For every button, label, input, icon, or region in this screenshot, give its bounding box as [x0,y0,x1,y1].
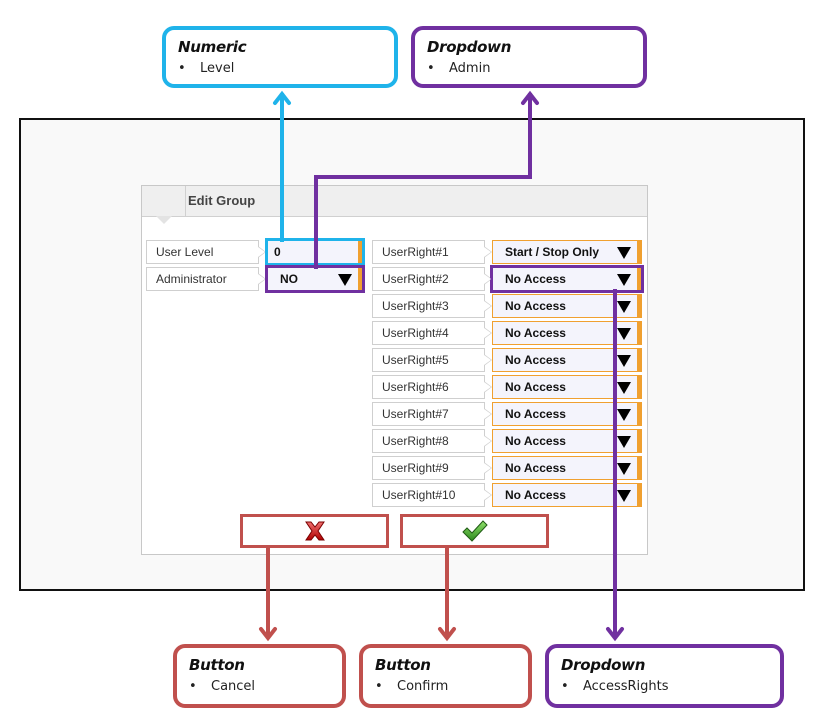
user-right-value: No Access [505,407,566,421]
user-right-value: No Access [505,488,566,502]
callout-title: Numeric [178,38,247,56]
administrator-value: NO [280,272,298,286]
user-right-value: No Access [505,299,566,313]
user-right-dropdown[interactable]: Start / Stop Only [492,240,642,264]
user-right-label: UserRight#5 [372,348,492,372]
user-right-value: Start / Stop Only [505,245,600,259]
user-right-label: UserRight#1 [372,240,492,264]
user-right-label: UserRight#9 [372,456,492,480]
callout-dropdown-access-rights: Dropdown • AccessRights [545,644,784,708]
user-right-value: No Access [505,380,566,394]
user-right-dropdown[interactable]: No Access [492,294,642,318]
chevron-down-icon [617,355,631,367]
user-right-dropdown[interactable]: No Access [490,265,644,293]
confirm-button[interactable] [400,514,549,548]
chevron-down-icon [617,247,631,259]
user-right-label: UserRight#7 [372,402,492,426]
user-level-label: User Level [146,240,266,264]
user-right-dropdown[interactable]: No Access [492,429,642,453]
user-right-dropdown[interactable]: No Access [492,456,642,480]
red-x-icon [304,521,325,541]
user-right-label: UserRight#8 [372,429,492,453]
user-right-dropdown[interactable]: No Access [492,348,642,372]
chevron-down-icon [617,490,631,502]
user-right-value: No Access [505,353,566,367]
user-right-dropdown[interactable]: No Access [492,402,642,426]
user-right-label: UserRight#4 [372,321,492,345]
chevron-down-icon [338,274,352,286]
user-level-input[interactable]: 0 [265,238,365,266]
administrator-dropdown[interactable]: NO [265,265,365,293]
callout-dropdown-admin: Dropdown • Admin [411,26,647,88]
user-right-label: UserRight#2 [372,267,492,291]
arrowhead-confirm [438,627,456,642]
user-right-value: No Access [505,272,566,286]
callout-bullet: • Admin [427,61,491,76]
callout-button-cancel: Button • Cancel [173,644,346,708]
callout-bullet: • Confirm [375,679,449,694]
callout-bullet: • Cancel [189,679,256,694]
user-right-label: UserRight#10 [372,483,492,507]
dialog-notch [156,216,172,224]
arrowhead-cancel [259,627,277,642]
user-right-dropdown[interactable]: No Access [492,321,642,345]
user-right-value: No Access [505,326,566,340]
chevron-down-icon [617,274,631,286]
chevron-down-icon [617,409,631,421]
user-right-label: UserRight#3 [372,294,492,318]
administrator-label: Administrator [146,267,266,291]
chevron-down-icon [617,328,631,340]
arrowhead-numeric [273,90,291,105]
user-right-value: No Access [505,461,566,475]
chevron-down-icon [617,436,631,448]
chevron-down-icon [617,382,631,394]
callout-numeric: Numeric • Level [162,26,398,88]
cancel-button[interactable] [240,514,389,548]
arrowhead-dropdown-access [606,627,624,642]
callout-title: Dropdown [561,656,646,674]
chevron-down-icon [617,463,631,475]
chevron-down-icon [617,301,631,313]
green-check-icon [461,520,488,542]
dialog-header: Edit Group [142,186,647,217]
user-right-value: No Access [505,434,566,448]
user-right-dropdown[interactable]: No Access [492,375,642,399]
user-right-label: UserRight#6 [372,375,492,399]
dialog-tab-stub [142,186,186,216]
callout-bullet: • Level [178,61,235,76]
user-right-dropdown[interactable]: No Access [492,483,642,507]
dialog-title: Edit Group [188,193,256,208]
arrowhead-dropdown-admin [521,90,539,105]
callout-title: Button [375,656,431,674]
callout-title: Button [189,656,245,674]
callout-title: Dropdown [427,38,512,56]
callout-button-confirm: Button • Confirm [359,644,532,708]
callout-bullet: • AccessRights [561,679,669,694]
